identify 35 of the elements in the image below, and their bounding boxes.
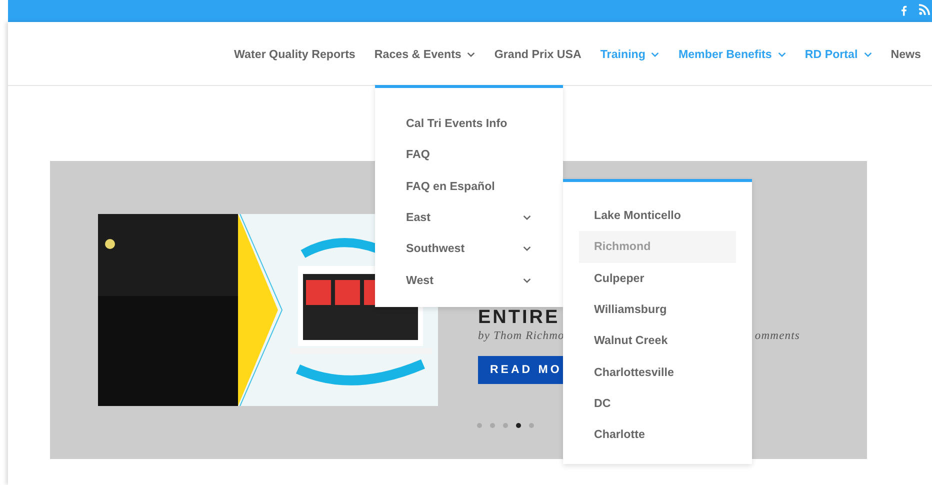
menu-item[interactable]: Lake Monticello [579,200,736,232]
chevron-down-icon [778,52,786,56]
slider-dot[interactable] [529,423,534,428]
menu-item[interactable]: Charlotte [579,419,736,450]
chevron-down-icon [523,278,531,283]
chevron-down-icon [864,52,872,56]
menu-item[interactable]: FAQ en Español [406,170,531,202]
menu-item[interactable]: FAQ [406,139,531,171]
menu-item[interactable]: Williamsburg [579,294,736,326]
slider-dot[interactable] [503,423,508,428]
post-title: ENTIRE [478,307,560,329]
menu-item[interactable]: Cal Tri Events Info [406,108,531,140]
nav-link[interactable]: Races & Events [374,48,476,60]
byline: by Thom Richmo [478,330,564,342]
chevron-down-icon [467,52,476,56]
byline: omments [754,330,800,342]
menu-item[interactable]: Charlottesville [579,356,736,388]
facebook-icon[interactable] [901,5,907,16]
chevron-down-icon [651,52,660,56]
nav-link[interactable]: News [890,48,921,60]
menu-item[interactable]: DC [579,388,736,420]
menu-item[interactable]: Walnut Creek [579,325,736,356]
slider-dot[interactable] [490,423,495,428]
menu-item[interactable]: Culpeper [579,262,736,294]
chevron-down-icon [523,246,531,252]
menu-item[interactable]: East [406,202,531,234]
read-more-button[interactable]: READ MO [478,356,563,384]
nav-link[interactable]: Grand Prix USA [494,48,582,60]
nav-link[interactable]: Water Quality Reports [234,48,356,60]
menu-item[interactable]: Southwest [406,233,531,264]
rss-icon[interactable] [919,4,930,15]
chevron-down-icon [523,215,531,220]
slider-dot[interactable] [477,423,482,428]
slider-dot[interactable] [516,423,521,428]
menu-item[interactable]: West [406,264,531,296]
